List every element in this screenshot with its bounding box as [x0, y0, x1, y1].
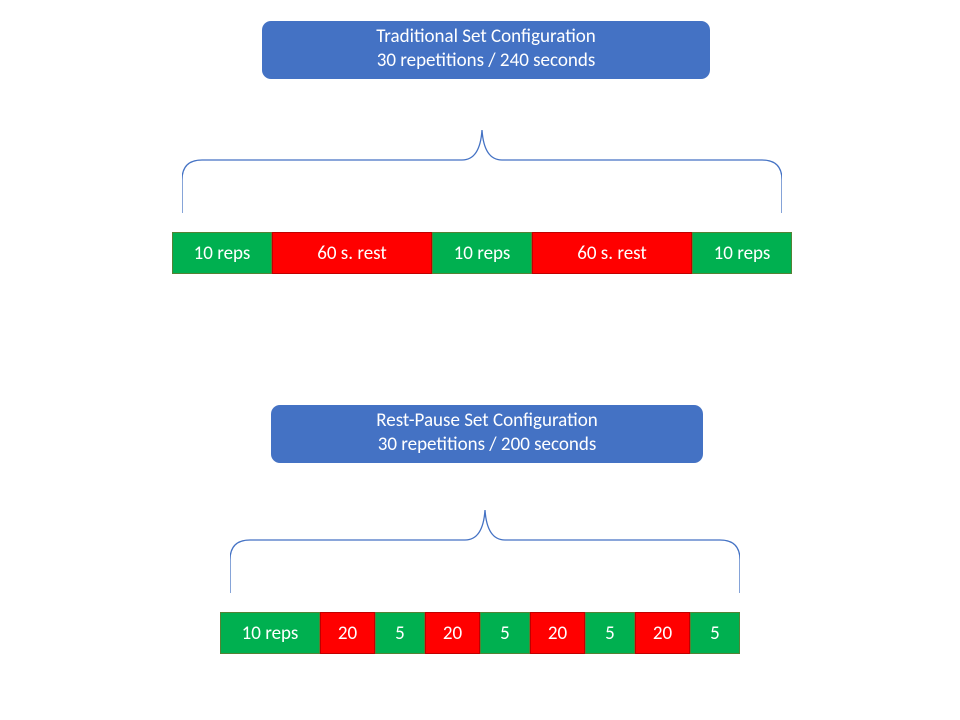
- restpause-segment-6-reps: 5: [585, 612, 635, 654]
- traditional-title-line1: Traditional Set Configuration: [376, 25, 596, 48]
- traditional-segment-4-reps: 10 reps: [692, 232, 792, 274]
- restpause-segment-8-reps: 5: [690, 612, 740, 654]
- traditional-segment-2-reps: 10 reps: [432, 232, 532, 274]
- restpause-segment-1-rest: 20: [320, 612, 375, 654]
- restpause-title-line1: Rest-Pause Set Configuration: [376, 409, 597, 432]
- traditional-segment-1-rest: 60 s. rest: [272, 232, 432, 274]
- restpause-brace: [230, 485, 740, 595]
- restpause-title-box: Rest-Pause Set Configuration 30 repetiti…: [271, 405, 703, 463]
- traditional-title-box: Traditional Set Configuration 30 repetit…: [262, 21, 710, 79]
- restpause-title-line2: 30 repetitions / 200 seconds: [378, 433, 597, 456]
- traditional-segment-0-reps: 10 reps: [172, 232, 272, 274]
- restpause-segment-3-rest: 20: [425, 612, 480, 654]
- restpause-segment-5-rest: 20: [530, 612, 585, 654]
- restpause-segment-7-rest: 20: [635, 612, 690, 654]
- restpause-segment-row: 10 reps205205205205: [220, 612, 740, 654]
- traditional-title-line2: 30 repetitions / 240 seconds: [377, 49, 596, 72]
- restpause-segment-0-reps: 10 reps: [220, 612, 320, 654]
- traditional-segment-row: 10 reps60 s. rest10 reps60 s. rest10 rep…: [172, 232, 792, 274]
- traditional-segment-3-rest: 60 s. rest: [532, 232, 692, 274]
- restpause-segment-2-reps: 5: [375, 612, 425, 654]
- traditional-brace: [182, 105, 782, 215]
- restpause-segment-4-reps: 5: [480, 612, 530, 654]
